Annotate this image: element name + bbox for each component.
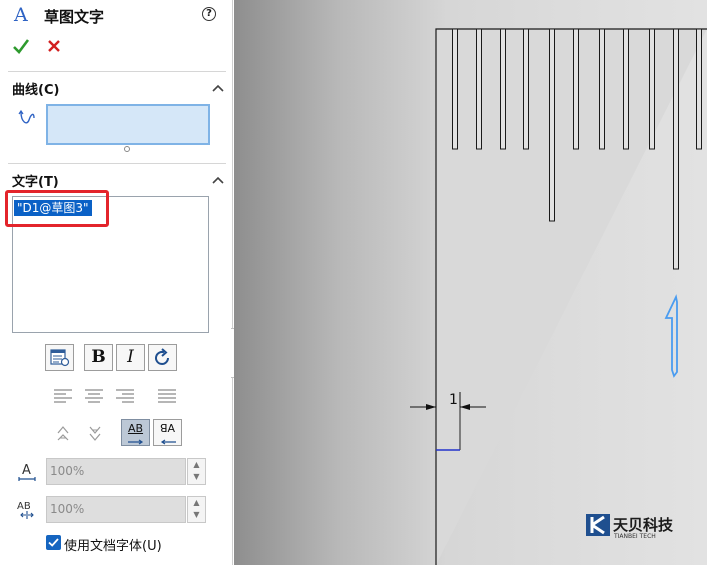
align-left-icon[interactable] <box>53 389 73 403</box>
text-direction-ba-button[interactable]: ꓭA <box>153 419 182 446</box>
cancel-x-icon[interactable] <box>46 37 62 55</box>
width-factor-icon: A <box>18 463 36 481</box>
ruler-tick <box>623 28 629 150</box>
arrow-right-icon <box>127 439 143 445</box>
curves-selection-box[interactable] <box>46 104 210 145</box>
ab-label: AB <box>127 422 144 435</box>
svg-text:AB: AB <box>17 501 31 512</box>
spacing-field[interactable]: 100% <box>46 496 186 523</box>
curve-icon <box>18 109 35 124</box>
graphics-area[interactable]: 1 天贝科技 TIANBEI TECH <box>234 0 707 565</box>
use-doc-font-label[interactable]: 使用文档字体(U) <box>64 535 162 554</box>
spin-up-icon[interactable]: ▲ <box>188 459 205 471</box>
spin-down-icon[interactable]: ▼ <box>188 471 205 483</box>
ruler-sketch: 1 天贝科技 TIANBEI TECH <box>410 28 707 565</box>
property-manager-panel: A 草图文字 ? 曲线(C) 文字(T) "D1@草图3" B I AB ꓭA … <box>0 0 233 565</box>
rotate-icon <box>154 348 169 365</box>
ruler-tick <box>476 28 482 150</box>
text-section-title: 文字(T) <box>12 175 59 190</box>
sketch-text-icon: A <box>14 4 28 26</box>
chevron-up-icon[interactable] <box>212 176 224 184</box>
ruler-tick <box>696 28 702 150</box>
use-doc-font-checkbox[interactable] <box>46 535 61 550</box>
flip-horizontal-icon[interactable] <box>86 424 104 444</box>
bold-button[interactable]: B <box>84 344 113 371</box>
ruler-tick <box>649 28 655 150</box>
link-to-property-icon <box>49 349 69 367</box>
width-factor-spinner[interactable]: ▲ ▼ <box>187 458 206 485</box>
link-to-property-button[interactable] <box>45 344 74 371</box>
spacing-icon: AB <box>17 501 34 519</box>
spacing-spinner[interactable]: ▲ ▼ <box>187 496 206 523</box>
ok-check-icon[interactable] <box>12 36 30 56</box>
ruler-tick <box>452 28 458 150</box>
help-icon[interactable]: ? <box>202 7 216 21</box>
svg-text:A: A <box>22 463 31 478</box>
align-right-icon[interactable] <box>115 389 135 403</box>
dimension-value[interactable]: 1 <box>449 392 458 408</box>
align-center-icon[interactable] <box>84 389 104 403</box>
highlight-box <box>5 190 109 227</box>
flip-vertical-icon[interactable] <box>54 424 72 444</box>
ruler-tick <box>673 28 679 270</box>
width-factor-field[interactable]: 100% <box>46 458 186 485</box>
ruler-tick <box>523 28 529 150</box>
justify-icon[interactable] <box>157 389 177 403</box>
rotate-button[interactable] <box>148 344 177 371</box>
panel-title: 草图文字 <box>44 8 105 26</box>
tianbei-logo <box>586 514 610 536</box>
logo-text-cn: 天贝科技 <box>613 516 674 534</box>
ruler-tick <box>573 28 579 150</box>
logo-text-en: TIANBEI TECH <box>613 533 656 540</box>
sketch-text-glyph[interactable] <box>664 294 678 378</box>
curves-section-title: 曲线(C) <box>12 83 60 98</box>
ba-label: ꓭA <box>159 422 176 435</box>
ruler-tick <box>549 28 555 222</box>
ruler-tick <box>500 28 506 150</box>
arrow-left-icon <box>160 439 176 445</box>
ruler-tick <box>599 28 605 150</box>
resize-handle[interactable] <box>124 146 130 152</box>
checkmark-icon <box>48 538 59 547</box>
italic-button[interactable]: I <box>116 344 145 371</box>
divider <box>8 71 226 72</box>
spin-down-icon[interactable]: ▼ <box>188 509 205 521</box>
spin-up-icon[interactable]: ▲ <box>188 497 205 509</box>
text-direction-ab-button[interactable]: AB <box>121 419 150 446</box>
divider <box>8 163 226 164</box>
chevron-up-icon[interactable] <box>212 84 224 92</box>
